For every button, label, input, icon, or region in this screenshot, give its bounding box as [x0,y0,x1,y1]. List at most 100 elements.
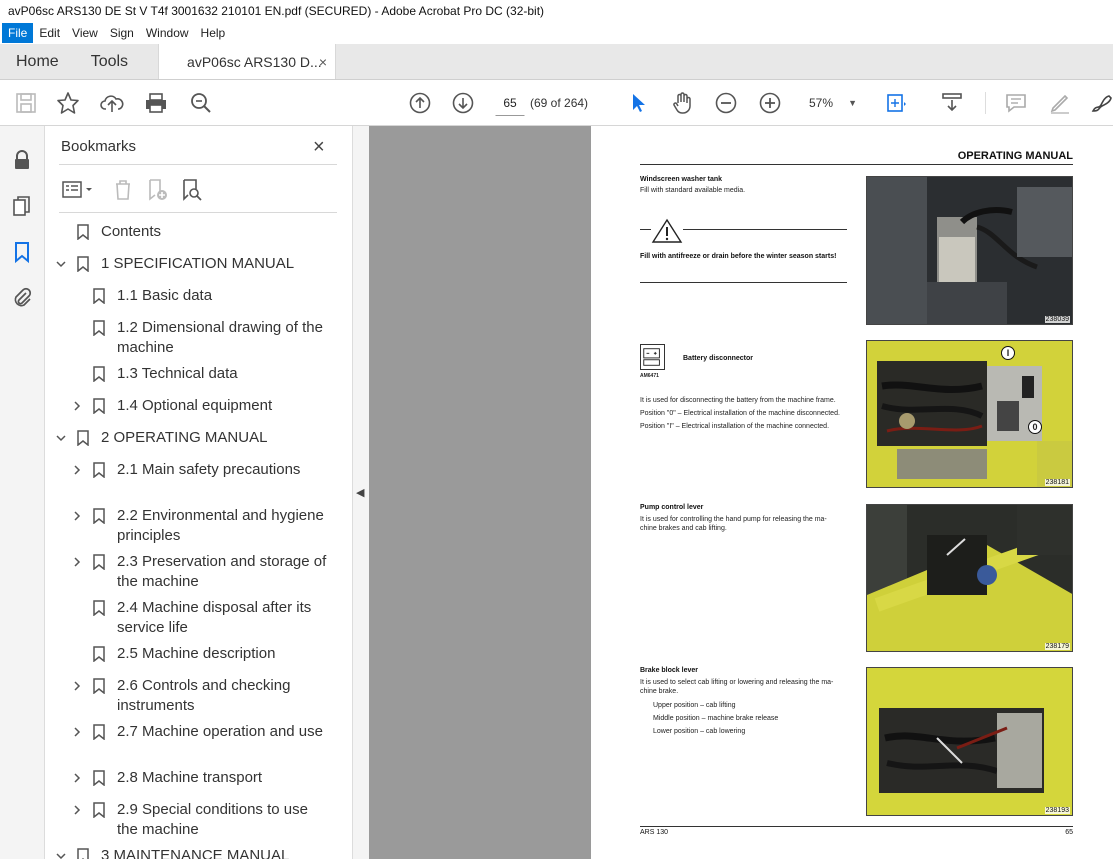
brake-line-2: chine brake. [640,688,679,695]
chevron-right-icon[interactable] [71,508,85,528]
bookmark-icon [93,462,105,479]
brake-lever-photo: 238193 [866,667,1073,816]
brake-position-lower: Lower position – cab lowering [653,728,746,735]
bookmark-icon [77,256,89,273]
battery-line-3: Position "I" – Electrical installation o… [640,423,830,430]
bookmark-panel-icon[interactable] [10,240,34,264]
bookmark-item[interactable]: 3 MAINTENANCE MANUAL [45,846,328,859]
page-count: (69 of 264) [530,96,589,110]
options-menu-icon[interactable] [61,178,95,202]
divider [640,282,847,283]
search-zoom-icon[interactable] [189,91,213,115]
chevron-right-icon[interactable] [71,802,85,822]
bookmark-label: 2.7 Machine operation and use [117,723,323,740]
highlight-pen-icon[interactable] [1048,91,1072,115]
washer-title: Windscreen washer tank [640,176,723,183]
bookmark-star-icon[interactable] [56,91,80,115]
print-icon[interactable] [144,91,168,115]
select-arrow-icon[interactable] [626,91,650,115]
page-up-icon[interactable] [408,91,432,115]
bookmark-icon [93,678,105,695]
bookmark-item[interactable]: 1.2 Dimensional drawing of the machine [45,318,328,364]
chevron-right-icon[interactable] [71,678,85,698]
bookmark-label: 1.2 Dimensional drawing of the machine [117,319,323,356]
menu-sign[interactable]: Sign [104,23,140,43]
hand-icon[interactable] [670,91,694,115]
bookmark-item[interactable]: 1.1 Basic data [45,286,328,318]
tab-home[interactable]: Home [0,44,75,79]
photo-number: 238179 [1044,643,1070,650]
bookmark-label: 3 MAINTENANCE MANUAL [101,847,290,859]
upload-icon[interactable] [100,91,124,115]
chevron-right-icon[interactable] [71,770,85,790]
window-title: avP06sc ARS130 DE St V T4f 3001632 21010… [0,0,1113,22]
scroll-mode-icon[interactable] [940,91,964,115]
draw-icon[interactable] [1090,91,1113,115]
tab-close-icon[interactable]: × [319,44,327,80]
collapse-panel-icon[interactable]: ◀ [356,486,364,499]
attachment-icon[interactable] [10,286,34,310]
fit-page-icon[interactable] [884,91,908,115]
new-bookmark-icon[interactable] [145,178,169,202]
save-icon[interactable] [14,91,38,115]
bookmark-icon [93,398,105,415]
tab-bar: Home Tools avP06sc ARS130 D... × [0,44,1113,80]
brake-position-upper: Upper position – cab lifting [653,702,736,709]
bookmark-item[interactable]: 2 OPERATING MANUAL [45,428,328,460]
bookmark-label: 1.3 Technical data [117,365,238,382]
bookmark-item[interactable]: 2.6 Controls and checking instruments [45,676,328,722]
bookmark-item[interactable]: 2.2 Environmental and hygiene principles [45,506,328,552]
chevron-right-icon[interactable] [71,554,85,574]
bookmark-label: 2.5 Machine description [117,645,276,662]
photo-number: 238181 [1044,479,1070,486]
tab-tools[interactable]: Tools [75,44,144,79]
chevron-right-icon[interactable] [71,398,85,418]
menu-file[interactable]: File [2,23,34,43]
zoom-out-icon[interactable] [714,91,738,115]
bookmark-item[interactable]: 1 SPECIFICATION MANUAL [45,254,328,286]
chevron-down-icon: ▼ [848,98,857,108]
bookmark-item[interactable]: 1.3 Technical data [45,364,328,396]
close-icon[interactable]: × [313,136,325,159]
bookmark-item[interactable]: Contents [45,222,328,254]
chevron-down-icon[interactable] [55,256,69,276]
trash-icon[interactable] [111,178,135,202]
bookmark-label: 2.1 Main safety precautions [117,461,301,478]
chevron-down-icon[interactable] [55,430,69,450]
washer-tank-photo: 238039 [866,176,1073,325]
page-down-icon[interactable] [451,91,475,115]
brake-position-middle: Middle position – machine brake release [653,715,779,722]
bookmark-item[interactable]: 2.5 Machine description [45,644,328,676]
pages-icon[interactable] [10,194,34,218]
bookmark-label: 2.4 Machine disposal after its service l… [117,599,312,636]
bookmark-icon [93,320,105,337]
bookmark-item[interactable]: 2.3 Preservation and storage of the mach… [45,552,328,598]
zoom-in-icon[interactable] [758,91,782,115]
bookmark-item[interactable]: 2.1 Main safety precautions [45,460,328,506]
menu-view[interactable]: View [66,23,104,43]
bookmark-item[interactable]: 2.9 Special conditions to use the machin… [45,800,328,846]
chevron-right-icon[interactable] [71,724,85,744]
chevron-right-icon[interactable] [71,462,85,482]
menu-edit[interactable]: Edit [33,23,66,43]
document-viewer[interactable]: OPERATING MANUAL Windscreen washer tank … [369,126,1113,859]
menu-window[interactable]: Window [140,23,195,43]
bookmark-item[interactable]: 2.7 Machine operation and use [45,722,328,768]
comment-icon[interactable] [1004,91,1028,115]
bookmark-item[interactable]: 2.4 Machine disposal after its service l… [45,598,328,644]
panel-splitter[interactable]: ◀ [352,126,369,859]
bookmark-item[interactable]: 2.8 Machine transport [45,768,328,800]
footer-model: ARS 130 [640,829,669,836]
bookmark-icon [93,508,105,525]
battery-line-1: It is used for disconnecting the battery… [640,397,836,404]
bookmark-label: 1 SPECIFICATION MANUAL [101,255,295,272]
lock-icon[interactable] [10,148,34,172]
menu-help[interactable]: Help [195,23,232,43]
page-number-input[interactable]: 65 [495,90,525,116]
find-bookmark-icon[interactable] [179,178,203,202]
tab-document[interactable]: avP06sc ARS130 D... × [158,44,337,80]
zoom-select[interactable]: 57% ▼ [801,90,863,116]
chevron-down-icon[interactable] [55,848,69,859]
bookmark-item[interactable]: 1.4 Optional equipment [45,396,328,428]
bookmark-icon [93,646,105,663]
